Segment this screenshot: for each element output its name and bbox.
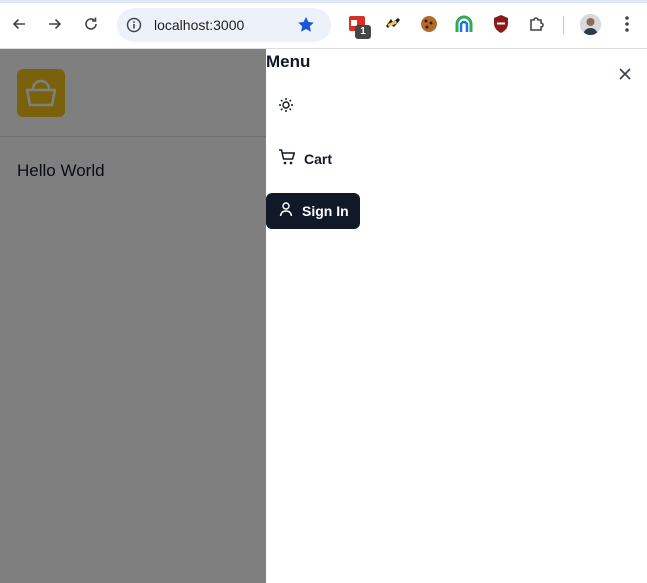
cart-label: Cart bbox=[304, 151, 333, 167]
browser-toolbar: localhost:3000 1 bbox=[0, 0, 647, 49]
drawer-title: Menu bbox=[266, 52, 311, 71]
theme-toggle-button[interactable] bbox=[266, 89, 306, 125]
tab-strip bbox=[0, 0, 647, 3]
close-icon[interactable] bbox=[614, 63, 636, 85]
reload-icon[interactable] bbox=[77, 10, 105, 38]
profile-avatar[interactable] bbox=[580, 14, 601, 35]
sign-in-label: Sign In bbox=[302, 203, 349, 219]
address-bar[interactable]: localhost:3000 bbox=[117, 8, 331, 42]
forward-arrow-icon[interactable] bbox=[41, 10, 69, 38]
binoculars-extension-icon[interactable] bbox=[382, 13, 404, 35]
sun-icon bbox=[278, 97, 294, 118]
sign-in-button[interactable]: Sign In bbox=[266, 193, 360, 229]
extension-badge: 1 bbox=[355, 25, 371, 39]
user-icon bbox=[278, 201, 294, 222]
more-menu-icon[interactable] bbox=[617, 13, 637, 35]
menu-drawer: Menu Cart Sign In bbox=[266, 49, 647, 583]
toolbar-divider bbox=[563, 16, 564, 34]
rainbow-extension-icon[interactable] bbox=[453, 13, 475, 35]
cookie-extension-icon[interactable] bbox=[418, 13, 440, 35]
site-info-icon[interactable] bbox=[125, 16, 143, 34]
shield-extension-icon[interactable] bbox=[490, 13, 512, 35]
extensions-puzzle-icon[interactable] bbox=[526, 13, 548, 35]
back-arrow-icon[interactable] bbox=[5, 10, 33, 38]
url-text[interactable]: localhost:3000 bbox=[154, 17, 244, 33]
cart-link[interactable]: Cart bbox=[266, 141, 344, 177]
page-viewport: Hello World Menu Cart Sign In bbox=[0, 49, 647, 583]
shopping-cart-icon bbox=[278, 148, 296, 171]
bookmark-star-icon[interactable] bbox=[296, 15, 316, 35]
